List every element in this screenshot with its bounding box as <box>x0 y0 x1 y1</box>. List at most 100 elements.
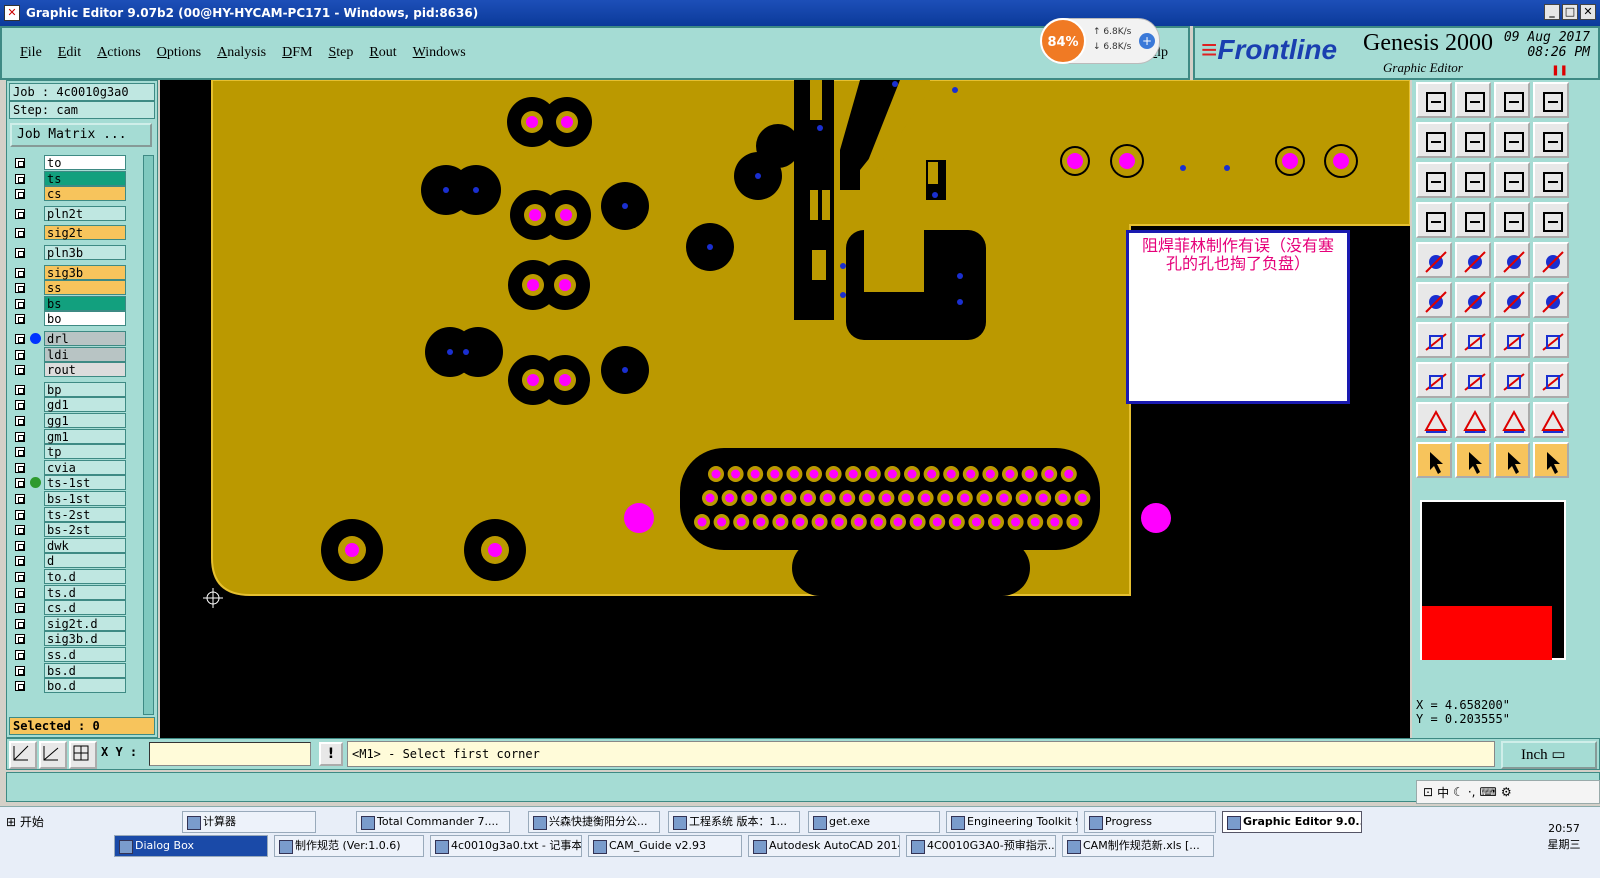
layer-icon[interactable] <box>1494 202 1530 238</box>
layer-name[interactable]: cs <box>44 186 126 202</box>
taskbar-item[interactable]: Autodesk AutoCAD 2014... <box>748 835 900 857</box>
layer-name[interactable]: ldi <box>44 346 126 362</box>
layer-name[interactable]: bs-2st <box>44 522 126 538</box>
layer-checkbox[interactable] <box>15 462 25 473</box>
angle-icon[interactable] <box>1416 322 1452 358</box>
mirror-icon[interactable] <box>1533 322 1569 358</box>
help-icon[interactable] <box>1533 162 1569 198</box>
layer-row-ldi[interactable]: ldi <box>9 346 141 362</box>
layer-name[interactable]: sig3b <box>44 264 126 280</box>
link-icon[interactable] <box>1494 282 1530 318</box>
net-icon[interactable] <box>1416 282 1452 318</box>
menu-file[interactable]: File <box>20 45 42 61</box>
layer-row-gg1[interactable]: gg1 <box>9 413 141 428</box>
taskbar-item[interactable]: get.exe <box>808 811 940 833</box>
layer-checkbox[interactable] <box>15 572 25 582</box>
layer-name[interactable]: dwk <box>44 537 126 553</box>
pause-icon[interactable]: ❚❚ <box>1551 65 1568 76</box>
menu-options[interactable]: Options <box>157 45 201 61</box>
dot-icon[interactable] <box>1533 242 1569 278</box>
menu-windows[interactable]: Windows <box>413 45 466 61</box>
layer-name[interactable]: pln3b <box>44 245 126 260</box>
menu-edit[interactable]: Edit <box>58 45 81 61</box>
layer-checkbox[interactable] <box>15 189 25 200</box>
layer-checkbox[interactable] <box>15 634 25 645</box>
pointer-add-icon[interactable] <box>1494 442 1530 478</box>
scale-icon[interactable] <box>1494 162 1530 198</box>
layer-name[interactable]: to.d <box>44 569 126 584</box>
draw-line-icon[interactable] <box>1455 322 1491 358</box>
layer-name[interactable]: gm1 <box>44 428 126 444</box>
alert-icon[interactable]: ! <box>319 742 343 766</box>
taskbar-item[interactable]: 制作规范 (Ver:1.0.6) <box>274 835 424 857</box>
close-icon[interactable]: ✕ <box>1580 4 1596 20</box>
layer-row-ts.d[interactable]: ts.d <box>9 584 141 600</box>
layer-checkbox[interactable] <box>15 447 25 458</box>
layer-checkbox[interactable] <box>15 478 25 489</box>
layer-checkbox[interactable] <box>15 681 25 692</box>
layer-checkbox[interactable] <box>15 228 25 239</box>
save-icon[interactable] <box>1455 82 1491 118</box>
layer-name[interactable]: rout <box>44 362 126 378</box>
layer-checkbox[interactable] <box>15 248 25 258</box>
layer-name[interactable]: d <box>44 553 126 569</box>
layer-name[interactable]: bs-1st <box>44 491 126 506</box>
layer-name[interactable]: ts <box>44 170 126 186</box>
snap-icon[interactable] <box>1533 202 1569 238</box>
layer-checkbox[interactable] <box>15 365 25 376</box>
unit-selector[interactable]: Inch ▭ <box>1501 741 1597 769</box>
overview-minimap[interactable] <box>1420 500 1566 660</box>
system-clock[interactable]: 20:57 星期三 <box>1534 821 1594 853</box>
layer-checkbox[interactable] <box>15 665 25 676</box>
layer-name[interactable]: ss <box>44 280 126 296</box>
layer-row-sig2t[interactable]: sig2t <box>9 225 141 241</box>
layer-row-sig3b.d[interactable]: sig3b.d <box>9 631 141 647</box>
layer-checkbox[interactable] <box>15 283 25 294</box>
layer-checkbox[interactable] <box>15 431 25 442</box>
menu-actions[interactable]: Actions <box>97 45 141 61</box>
layer-row-ts[interactable]: ts <box>9 170 141 186</box>
layer-row-ss[interactable]: ss <box>9 280 141 296</box>
snap-icon[interactable] <box>9 741 37 769</box>
layer-checkbox[interactable] <box>15 267 25 278</box>
layer-checkbox[interactable] <box>15 314 25 325</box>
taskbar-item[interactable]: Progress <box>1084 811 1216 833</box>
taskbar-item[interactable]: 工程系统 版本：1... <box>668 811 800 833</box>
layer-checkbox[interactable] <box>15 334 25 344</box>
taskbar-item[interactable]: Engineering Toolkit 9... <box>946 811 1078 833</box>
layer-checkbox[interactable] <box>15 384 25 395</box>
layer-checkbox[interactable] <box>15 556 25 567</box>
taskbar-item[interactable]: Graphic Editor 9.0... <box>1222 811 1362 833</box>
layer-checkbox[interactable] <box>15 509 25 520</box>
layer-row-ss.d[interactable]: ss.d <box>9 647 141 662</box>
layer-row-gd1[interactable]: gd1 <box>9 397 141 413</box>
home-icon[interactable] <box>1494 82 1530 118</box>
ruler-icon[interactable] <box>1494 242 1530 278</box>
ime-settings-icon[interactable]: ⚙ <box>1501 785 1512 799</box>
layer-row-cvia[interactable]: cvia <box>9 459 141 475</box>
layer-checkbox[interactable] <box>15 618 25 629</box>
layer-checkbox[interactable] <box>15 173 25 184</box>
open-icon[interactable] <box>1416 82 1452 118</box>
fit-icon[interactable] <box>1494 122 1530 158</box>
layer-checkbox[interactable] <box>15 349 25 360</box>
taskbar-item[interactable]: Total Commander 7.... <box>356 811 510 833</box>
ime-toolbar[interactable]: ⊡ 中 ☾ ·, ⌨ ⚙ <box>1416 780 1600 804</box>
layer-row-to[interactable]: to <box>9 155 141 170</box>
layer-row-ts-2st[interactable]: ts-2st <box>9 506 141 522</box>
minimize-icon[interactable]: _ <box>1544 4 1560 20</box>
taskbar-item[interactable]: 4C0010G3A0-预审指示.... <box>906 835 1056 857</box>
layer-row-bo.d[interactable]: bo.d <box>9 678 141 694</box>
layer-checkbox[interactable] <box>15 208 25 219</box>
layer-checkbox[interactable] <box>15 494 25 504</box>
layer-row-pln3b[interactable]: pln3b <box>9 245 141 260</box>
layer-checkbox[interactable] <box>15 540 25 551</box>
ime-language[interactable]: 中 <box>1437 784 1449 801</box>
probe-icon[interactable] <box>1455 202 1491 238</box>
layer-row-tp[interactable]: tp <box>9 444 141 460</box>
layer-name[interactable]: sig2t.d <box>44 615 126 631</box>
route-icon[interactable] <box>1533 282 1569 318</box>
layer-name[interactable]: cs.d <box>44 600 126 616</box>
ime-moon-icon[interactable]: ☾ <box>1453 785 1464 799</box>
layer-row-sig3b[interactable]: sig3b <box>9 264 141 280</box>
